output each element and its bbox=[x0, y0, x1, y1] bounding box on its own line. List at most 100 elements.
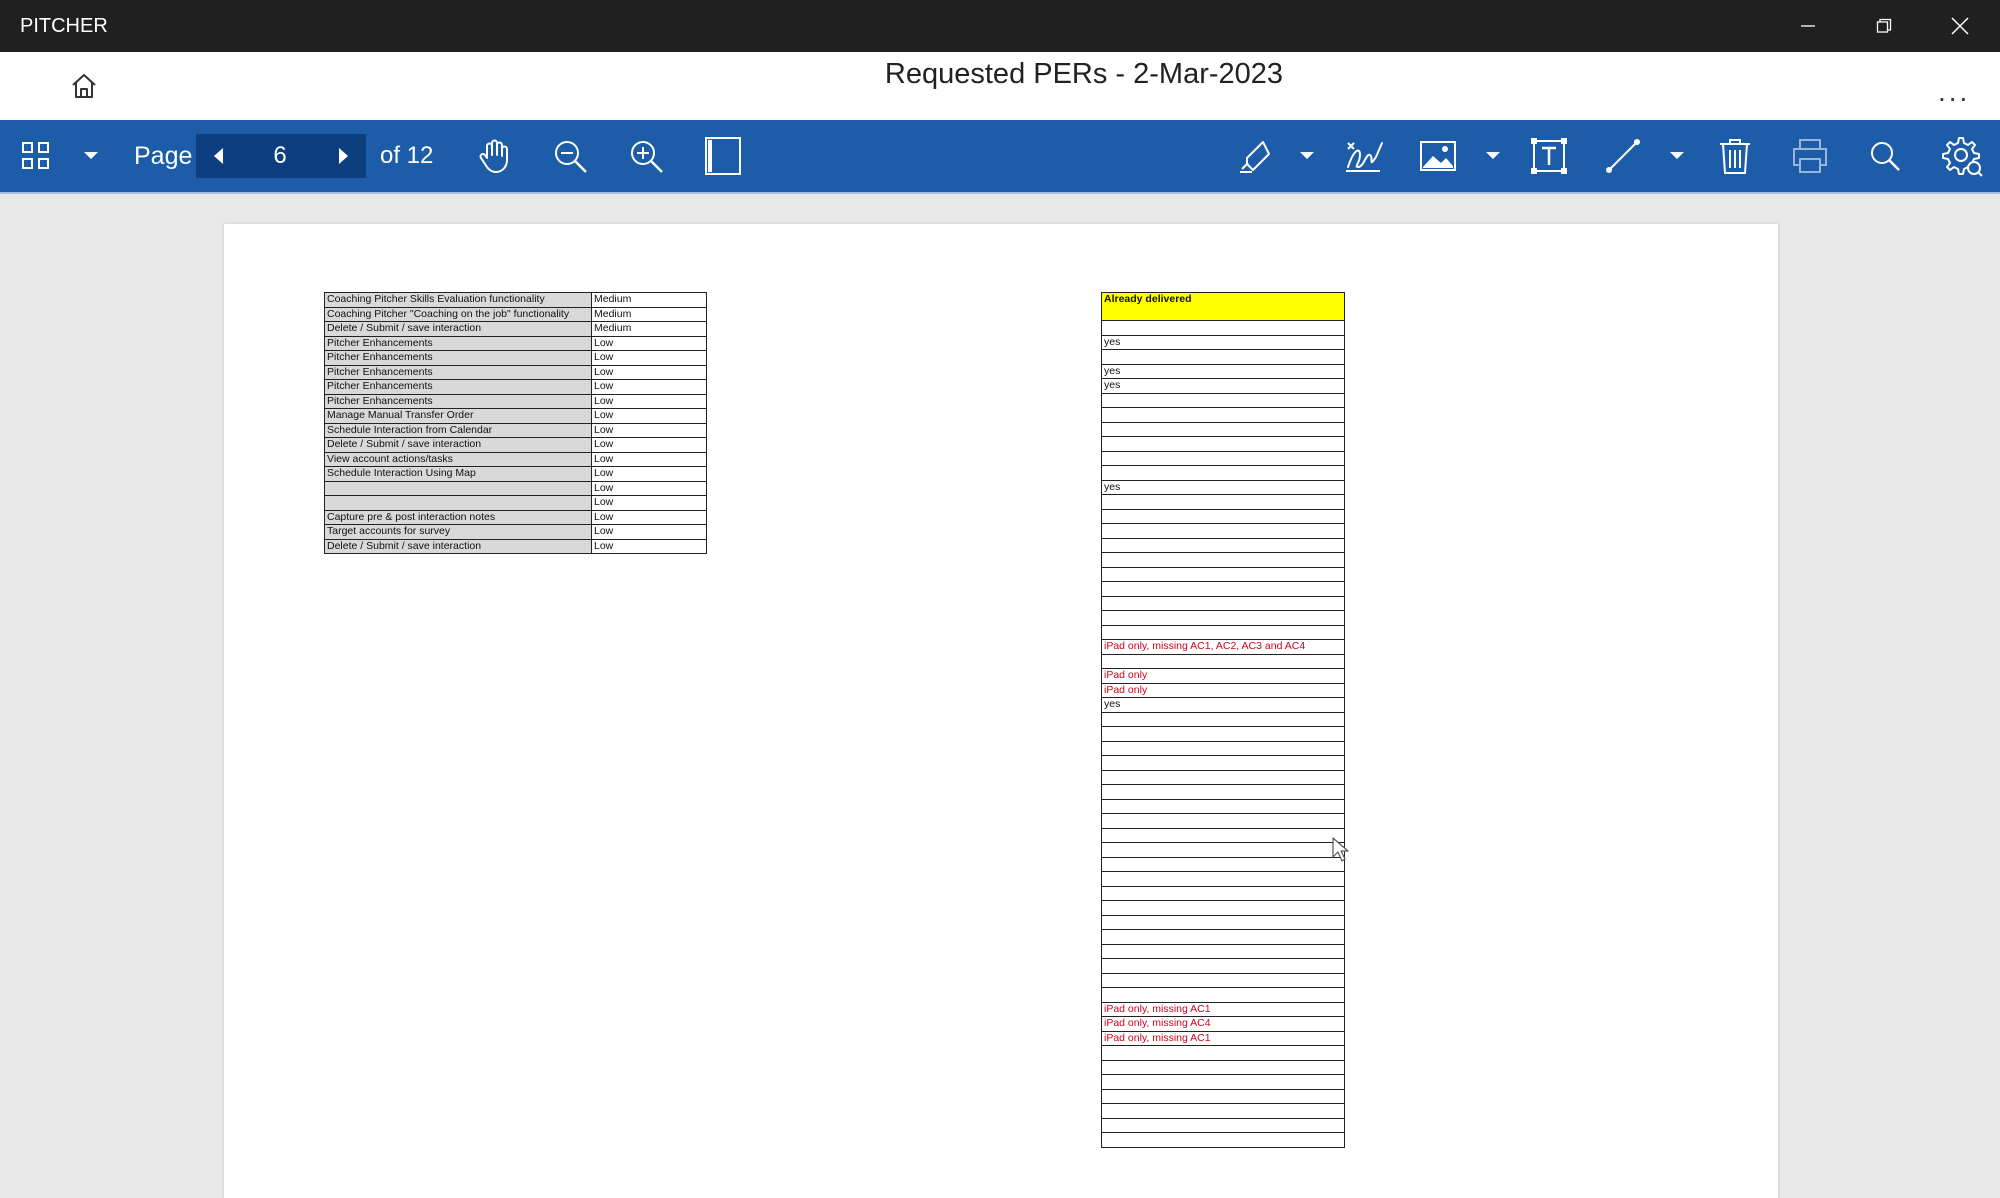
table-row bbox=[1101, 1074, 1345, 1090]
priority-cell: Low bbox=[591, 509, 707, 525]
hand-icon bbox=[479, 139, 508, 173]
signature-button[interactable] bbox=[1340, 120, 1388, 192]
signature-icon bbox=[1346, 142, 1383, 172]
line-icon bbox=[1606, 139, 1640, 173]
line-dropdown[interactable] bbox=[1664, 120, 1690, 192]
close-button[interactable] bbox=[1922, 0, 1998, 52]
image-button[interactable] bbox=[1414, 120, 1462, 192]
requirement-name-cell: Capture pre & post interaction notes bbox=[324, 509, 592, 525]
requirement-name-cell: Manage Manual Transfer Order bbox=[324, 408, 592, 424]
requirement-name-cell: Schedule Interaction from Calendar bbox=[324, 422, 592, 438]
requirement-name-cell: Schedule Interaction Using Map bbox=[324, 466, 592, 482]
table-row bbox=[1101, 900, 1345, 916]
search-icon bbox=[1871, 142, 1900, 171]
line-button[interactable] bbox=[1600, 120, 1646, 192]
priority-cell: Low bbox=[591, 451, 707, 467]
highlighter-icon bbox=[1240, 141, 1270, 173]
table-row bbox=[1101, 552, 1345, 568]
minimize-icon bbox=[1801, 25, 1815, 27]
table-row bbox=[1101, 740, 1345, 756]
text-box-button[interactable] bbox=[1526, 120, 1572, 192]
table-row bbox=[1101, 624, 1345, 640]
delivery-status-cell: iPad only, missing AC1 bbox=[1101, 1001, 1345, 1017]
pan-tool-button[interactable] bbox=[470, 120, 518, 192]
dropdown-icon bbox=[1300, 152, 1314, 159]
minimize-button[interactable] bbox=[1770, 0, 1846, 52]
document-title: Requested PERs - 2-Mar-2023 bbox=[884, 58, 1284, 90]
requirement-name-cell: Pitcher Enhancements bbox=[324, 393, 592, 409]
requirement-name-cell: Pitcher Enhancements bbox=[324, 335, 592, 351]
priority-cell: Low bbox=[591, 437, 707, 453]
delivery-status-cell bbox=[1101, 552, 1345, 568]
settings-button[interactable] bbox=[1938, 120, 1986, 192]
table-row bbox=[1101, 885, 1345, 901]
settings-icon bbox=[1942, 137, 1983, 177]
table-row: Pitcher Enhancements Low bbox=[324, 350, 707, 366]
delivery-status-cell bbox=[1101, 798, 1345, 814]
delivery-status-cell bbox=[1101, 523, 1345, 539]
delivery-status-cell bbox=[1101, 1132, 1345, 1148]
prev-page-button[interactable] bbox=[196, 134, 240, 178]
delivery-status-cell bbox=[1101, 537, 1345, 553]
table-row: iPad only bbox=[1101, 668, 1345, 684]
table-row bbox=[1101, 813, 1345, 829]
table-row: yes bbox=[1101, 479, 1345, 495]
table-row: iPad only bbox=[1101, 682, 1345, 698]
dropdown-icon bbox=[1670, 152, 1684, 159]
restore-button[interactable] bbox=[1846, 0, 1922, 52]
requirement-name-cell: Delete / Submit / save interaction bbox=[324, 437, 592, 453]
page-label: Page bbox=[134, 142, 193, 170]
delivery-status-cell bbox=[1101, 349, 1345, 365]
table-row: Schedule Interaction Using Map Low bbox=[324, 466, 707, 482]
thumbnails-dropdown[interactable] bbox=[78, 120, 104, 192]
table-row bbox=[1101, 726, 1345, 742]
zoom-in-button[interactable] bbox=[622, 120, 670, 192]
table-row bbox=[1101, 508, 1345, 524]
priority-cell: Medium bbox=[591, 292, 707, 308]
image-dropdown[interactable] bbox=[1480, 120, 1506, 192]
page-number-input[interactable]: 6 bbox=[242, 134, 318, 178]
priority-cell: Medium bbox=[591, 321, 707, 337]
delivery-status-cell bbox=[1101, 813, 1345, 829]
zoom-out-button[interactable] bbox=[546, 120, 594, 192]
delivery-status-cell bbox=[1101, 1088, 1345, 1104]
table-row bbox=[1101, 972, 1345, 988]
requirement-name-cell: Coaching Pitcher Skills Evaluation funct… bbox=[324, 292, 592, 308]
delivery-status-cell: yes bbox=[1101, 697, 1345, 713]
search-button[interactable] bbox=[1862, 120, 1908, 192]
table-row: iPad only, missing AC4 bbox=[1101, 1016, 1345, 1032]
table-row: Low bbox=[324, 480, 707, 496]
priority-cell: Low bbox=[591, 480, 707, 496]
delivery-status-cell bbox=[1101, 508, 1345, 524]
delivery-status-cell bbox=[1101, 871, 1345, 887]
delivery-status-cell bbox=[1101, 958, 1345, 974]
fit-page-button[interactable] bbox=[700, 120, 746, 192]
table-row: View account actions/tasks Low bbox=[324, 451, 707, 467]
table-row bbox=[1101, 349, 1345, 365]
print-button[interactable] bbox=[1786, 120, 1834, 192]
delivery-status-cell bbox=[1101, 581, 1345, 597]
table-row bbox=[1101, 1103, 1345, 1119]
requirement-name-cell: Pitcher Enhancements bbox=[324, 350, 592, 366]
table-row: yes bbox=[1101, 334, 1345, 350]
document-viewport[interactable]: Coaching Pitcher Skills Evaluation funct… bbox=[0, 194, 2000, 1198]
highlighter-button[interactable] bbox=[1232, 120, 1278, 192]
table-row bbox=[1101, 1132, 1345, 1148]
requirement-name-cell bbox=[324, 480, 592, 496]
table-row bbox=[1101, 856, 1345, 872]
fit-page-icon bbox=[705, 137, 741, 175]
table-row bbox=[1101, 943, 1345, 959]
table-row: yes bbox=[1101, 697, 1345, 713]
delivery-status-cell bbox=[1101, 465, 1345, 481]
delivery-status-cell: iPad only bbox=[1101, 668, 1345, 684]
delete-button[interactable] bbox=[1712, 120, 1758, 192]
zoom-out-icon bbox=[555, 141, 587, 173]
more-options-button[interactable]: ... bbox=[1938, 76, 1970, 108]
highlighter-dropdown[interactable] bbox=[1294, 120, 1320, 192]
delivery-status-cell bbox=[1101, 726, 1345, 742]
thumbnails-button[interactable] bbox=[14, 120, 58, 192]
requirement-name-cell bbox=[324, 495, 592, 511]
next-page-button[interactable] bbox=[322, 134, 366, 178]
close-icon bbox=[1951, 17, 1969, 35]
mouse-cursor-icon bbox=[1332, 837, 1349, 862]
